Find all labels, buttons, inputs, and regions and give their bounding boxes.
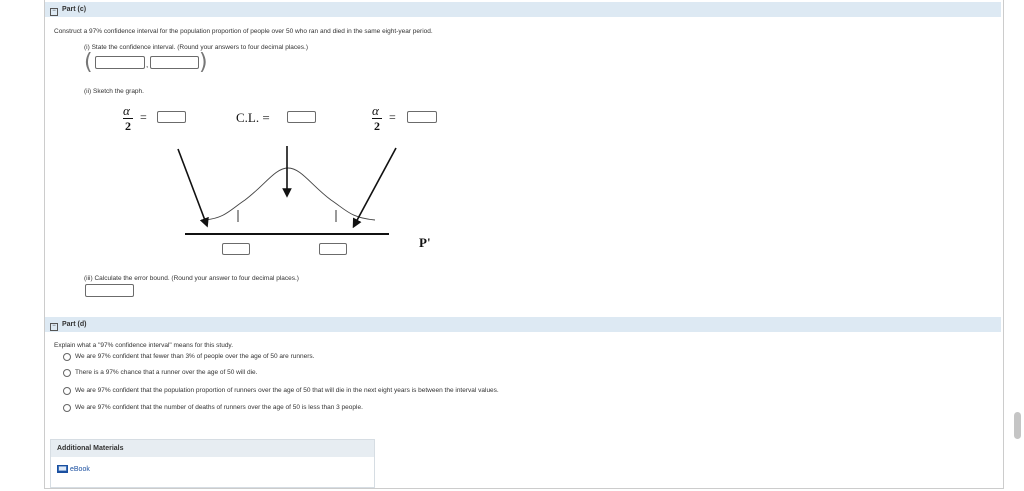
part-c-title: Part (c) — [62, 6, 87, 13]
option-4-label[interactable]: We are 97% confident that the number of … — [75, 404, 363, 411]
alpha-left: α — [123, 103, 130, 118]
normal-curve-graph — [177, 146, 397, 235]
left-tail-arrow — [177, 148, 209, 228]
part-d-header[interactable]: − Part (d) — [45, 317, 1001, 332]
option-2-label[interactable]: There is a 97% chance that a runner over… — [75, 369, 257, 376]
question-frame — [44, 0, 1004, 489]
part-c-header[interactable]: − Part (c) — [45, 2, 1001, 17]
two-left: 2 — [125, 119, 131, 133]
collapse-icon[interactable]: − — [50, 8, 58, 16]
alpha-right: α — [372, 103, 379, 118]
two-right: 2 — [374, 119, 380, 133]
option-3-label[interactable]: We are 97% confident that the population… — [75, 387, 499, 394]
ci-comma: , — [146, 60, 149, 69]
close-paren: ) — [199, 50, 208, 75]
option-1-label[interactable]: We are 97% confident that fewer than 3% … — [75, 353, 314, 360]
collapse-icon[interactable]: − — [50, 323, 58, 331]
option-1-radio[interactable] — [63, 353, 71, 361]
option-2-radio[interactable] — [63, 369, 71, 377]
part-d-question: Explain what a "97% confidence interval"… — [54, 342, 234, 349]
bell-curve — [204, 167, 376, 221]
p-prime-label: P' — [419, 235, 431, 250]
additional-materials-panel: Additional Materials eBook — [50, 439, 375, 488]
part-c-question: Construct a 97% confidence interval for … — [54, 28, 433, 35]
alpha-right-input[interactable] — [407, 111, 437, 123]
equals-left: = — [140, 110, 147, 124]
cl-label: C.L. = — [236, 110, 270, 125]
ebook-link[interactable]: eBook — [51, 457, 374, 473]
book-icon — [57, 465, 68, 473]
ci-upper-input[interactable] — [150, 56, 199, 69]
right-tail-arrow — [352, 147, 397, 229]
cl-input[interactable] — [287, 111, 316, 123]
ebook-label[interactable]: eBook — [70, 466, 90, 473]
error-bound-input[interactable] — [85, 284, 134, 297]
open-paren: ( — [84, 50, 93, 75]
part-c-iii-label: (iii) Calculate the error bound. (Round … — [84, 275, 299, 282]
option-4-radio[interactable] — [63, 404, 71, 412]
option-3-radio[interactable] — [63, 387, 71, 395]
scrollbar-thumb[interactable] — [1014, 412, 1021, 439]
part-c-i-label: (i) State the confidence interval. (Roun… — [84, 44, 308, 51]
ci-lower-input[interactable] — [95, 56, 145, 69]
alpha-left-input[interactable] — [157, 111, 186, 123]
lower-bound-input[interactable] — [222, 243, 250, 255]
part-d-title: Part (d) — [62, 321, 87, 328]
part-c-ii-label: (ii) Sketch the graph. — [84, 88, 144, 95]
additional-materials-title: Additional Materials — [51, 440, 374, 457]
upper-bound-input[interactable] — [319, 243, 347, 255]
equals-right: = — [389, 110, 396, 124]
